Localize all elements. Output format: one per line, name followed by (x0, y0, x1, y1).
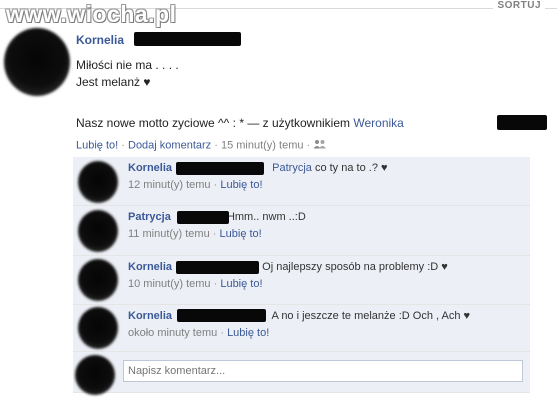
separator: · (212, 228, 217, 240)
author-avatar (4, 28, 70, 96)
separator: · (213, 278, 218, 290)
mentioned-user[interactable]: Patrycja (272, 162, 312, 174)
separator: · (220, 327, 224, 339)
separator: · (214, 139, 218, 152)
composer-avatar (75, 355, 115, 395)
redacted-surname (177, 211, 229, 224)
post-author-name[interactable]: Kornelia (76, 33, 124, 47)
motto-text: Nasz nowe motto zyciowe ^^ : * — z użytk… (76, 116, 351, 130)
comment-timestamp[interactable]: 11 minut(y) temu (128, 228, 210, 240)
post-line-2: Jest melanż ♥ (76, 75, 151, 89)
comment-meta: 11 minut(y) temu · Lubię to! (128, 228, 262, 240)
comment-text: Oj najlepszy sposób na problemy :D ♥ (262, 261, 448, 273)
comment-like-link[interactable]: Lubię to! (220, 278, 262, 290)
commenter-avatar (78, 259, 118, 301)
comment-text: Hmm.. nwm ..:D (226, 211, 306, 223)
comment-item: Kornelia Patrycja co ty na to .? ♥ 12 mi… (73, 157, 530, 206)
redacted-surname (176, 261, 259, 274)
commenter-avatar (78, 307, 118, 349)
separator: · (213, 179, 218, 191)
write-comment-input[interactable] (123, 360, 523, 382)
comment-timestamp[interactable]: 10 minut(y) temu (128, 278, 211, 290)
post-line-1: Miłości nie ma . . . . (76, 58, 179, 72)
comment-author[interactable]: Kornelia (128, 310, 172, 322)
separator: · (306, 139, 311, 152)
post-timestamp[interactable]: 15 minut(y) temu (221, 139, 304, 151)
comment-author[interactable]: Patrycja (128, 211, 171, 223)
post-actions: Lubię to! · Dodaj komentarz · 15 minut(y… (76, 139, 327, 152)
comment-item: Kornelia Oj najlepszy sposób na problemy… (73, 256, 530, 305)
comment-author[interactable]: Kornelia (128, 261, 172, 273)
post-like-link[interactable]: Lubię to! (76, 139, 118, 151)
tagged-user[interactable]: Weronika (353, 116, 403, 130)
sort-label[interactable]: SORTUJ (493, 0, 545, 11)
comment-item: Kornelia A no i jeszcze te melanże :D Oc… (73, 305, 530, 352)
redacted-surname (177, 309, 266, 322)
comment-text: A no i jeszcze te melanże :D Och , Ach ♥ (271, 310, 471, 322)
comment-timestamp[interactable]: 12 minut(y) temu (128, 179, 211, 191)
comment-composer (73, 352, 530, 395)
comment-author[interactable]: Kornelia (128, 162, 172, 174)
comment-timestamp[interactable]: około minuty temu (128, 327, 217, 339)
add-comment-link[interactable]: Dodaj komentarz (128, 139, 211, 151)
watermark: www.wiocha.pl (6, 1, 177, 27)
audience-friends-icon[interactable] (313, 139, 327, 152)
comment-like-link[interactable]: Lubię to! (220, 228, 262, 240)
comment-meta: około minuty temu · Lubię to! (128, 327, 269, 339)
comment-text: co ty na to .? ♥ (314, 162, 388, 174)
commenter-avatar (78, 161, 118, 203)
redacted-surname (176, 162, 264, 175)
comment-like-link[interactable]: Lubię to! (227, 327, 269, 339)
comment-item: Patrycja Hmm.. nwm ..:D 11 minut(y) temu… (73, 206, 530, 256)
comment-meta: 10 minut(y) temu · Lubię to! (128, 278, 263, 290)
comment-like-link[interactable]: Lubię to! (220, 179, 262, 191)
post-motto: Nasz nowe motto zyciowe ^^ : * — z użytk… (76, 116, 404, 130)
redacted-surname (134, 32, 241, 46)
comment-meta: 12 minut(y) temu · Lubię to! (128, 179, 263, 191)
commenter-avatar (78, 210, 118, 252)
redacted-tagged-surname (497, 115, 547, 130)
separator: · (121, 139, 125, 152)
